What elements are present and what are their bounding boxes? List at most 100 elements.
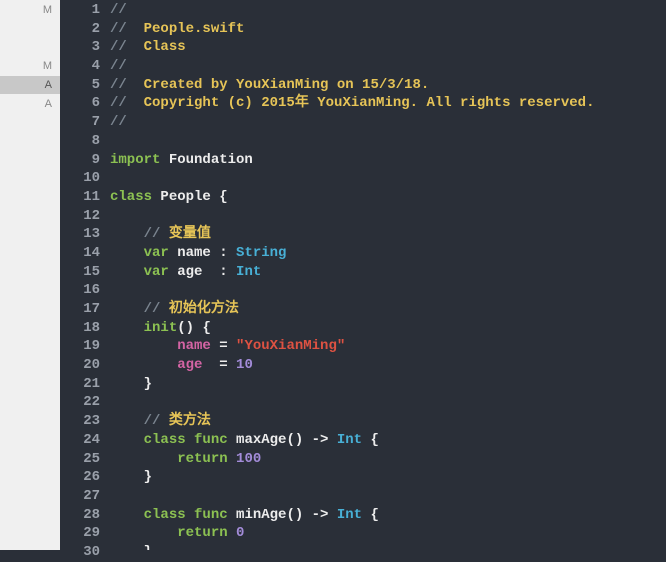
- code-line[interactable]: [110, 487, 666, 506]
- token: }: [144, 469, 152, 485]
- token: [110, 338, 177, 354]
- token: Class: [144, 39, 186, 55]
- code-line[interactable]: var name : String: [110, 244, 666, 263]
- line-number: 22: [60, 393, 100, 412]
- token: //: [110, 2, 127, 18]
- code-line[interactable]: // People.swift: [110, 20, 666, 39]
- code-line[interactable]: //: [110, 1, 666, 20]
- token: return: [177, 451, 227, 467]
- line-number: 16: [60, 281, 100, 300]
- token: 初始化方法: [169, 301, 239, 317]
- line-number: 3: [60, 38, 100, 57]
- token: //: [110, 77, 144, 93]
- token: }: [144, 376, 152, 392]
- change-mark: A: [45, 95, 52, 114]
- line-number: 5: [60, 76, 100, 95]
- token: 类方法: [169, 413, 211, 429]
- code-line[interactable]: // 初始化方法: [110, 300, 666, 319]
- line-number: 14: [60, 244, 100, 263]
- token: 变量值: [169, 226, 211, 242]
- line-number: 24: [60, 431, 100, 450]
- token: 10: [236, 357, 253, 373]
- code-line[interactable]: init() {: [110, 319, 666, 338]
- code-line[interactable]: }: [110, 468, 666, 487]
- code-line[interactable]: }: [110, 543, 666, 550]
- code-line[interactable]: //: [110, 113, 666, 132]
- token: String: [236, 245, 286, 261]
- code-line[interactable]: // Copyright (c) 2015年 YouXianMing. All …: [110, 94, 666, 113]
- token: [186, 507, 194, 523]
- token: [110, 357, 177, 373]
- code-line[interactable]: // Created by YouXianMing on 15/3/18.: [110, 76, 666, 95]
- token: 100: [236, 451, 261, 467]
- token: name :: [169, 245, 236, 261]
- token: Created by YouXianMing on 15/3/18.: [144, 77, 430, 93]
- code-line[interactable]: return 0: [110, 524, 666, 543]
- token: name: [177, 338, 211, 354]
- token: [110, 264, 144, 280]
- code-line[interactable]: name = "YouXianMing": [110, 337, 666, 356]
- token: Copyright (c) 2015年 YouXianMing. All rig…: [144, 95, 595, 111]
- code-line[interactable]: // 变量值: [110, 225, 666, 244]
- code-line[interactable]: [110, 169, 666, 188]
- line-number: 21: [60, 375, 100, 394]
- code-line[interactable]: class func maxAge() -> Int {: [110, 431, 666, 450]
- token: return: [177, 525, 227, 541]
- token: [186, 432, 194, 448]
- token: =: [202, 357, 236, 373]
- code-line[interactable]: age = 10: [110, 356, 666, 375]
- code-line[interactable]: [110, 207, 666, 226]
- code-editor[interactable]: //// People.swift// Class//// Created by…: [110, 0, 666, 550]
- line-number: 11: [60, 188, 100, 207]
- token: People.swift: [144, 21, 245, 37]
- code-line[interactable]: return 100: [110, 450, 666, 469]
- token: [228, 525, 236, 541]
- change-mark: A: [0, 76, 60, 95]
- line-number: 23: [60, 412, 100, 431]
- line-number: 17: [60, 300, 100, 319]
- token: [228, 451, 236, 467]
- token: Int: [236, 264, 261, 280]
- token: {: [370, 432, 378, 448]
- line-number: 18: [60, 319, 100, 338]
- token: =: [211, 338, 236, 354]
- code-line[interactable]: class func minAge() -> Int {: [110, 506, 666, 525]
- line-number: 4: [60, 57, 100, 76]
- token: People: [152, 189, 219, 205]
- code-line[interactable]: [110, 281, 666, 300]
- code-line[interactable]: var age : Int: [110, 263, 666, 282]
- code-line[interactable]: // 类方法: [110, 412, 666, 431]
- token: [110, 432, 144, 448]
- code-line[interactable]: // Class: [110, 38, 666, 57]
- line-number: 20: [60, 356, 100, 375]
- token: Int: [337, 507, 362, 523]
- change-ruler: MMAA: [0, 0, 60, 550]
- code-line[interactable]: }: [110, 375, 666, 394]
- token: //: [110, 58, 127, 74]
- token: [110, 226, 144, 242]
- token: {: [202, 320, 210, 336]
- line-number: 2: [60, 20, 100, 39]
- change-mark: M: [43, 1, 52, 20]
- token: var: [144, 264, 169, 280]
- token: Int: [337, 432, 362, 448]
- token: [110, 507, 144, 523]
- token: //: [110, 114, 127, 130]
- code-line[interactable]: [110, 132, 666, 151]
- token: [110, 451, 177, 467]
- token: init: [144, 320, 178, 336]
- line-number: 19: [60, 337, 100, 356]
- code-line[interactable]: class People {: [110, 188, 666, 207]
- line-number: 29: [60, 524, 100, 543]
- token: //: [144, 226, 169, 242]
- token: maxAge() ->: [228, 432, 337, 448]
- token: func: [194, 432, 228, 448]
- code-line[interactable]: //: [110, 57, 666, 76]
- code-line[interactable]: [110, 393, 666, 412]
- line-number: 15: [60, 263, 100, 282]
- line-number: 30: [60, 543, 100, 562]
- code-line[interactable]: import Foundation: [110, 151, 666, 170]
- token: class: [144, 507, 186, 523]
- token: [110, 413, 144, 429]
- token: //: [110, 39, 144, 55]
